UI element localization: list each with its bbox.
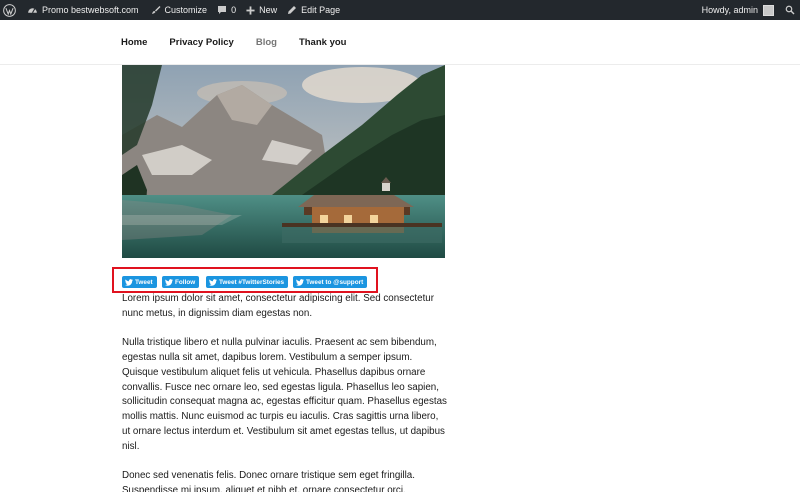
my-account-menu[interactable]: Howdy, admin — [697, 0, 779, 20]
wordpress-menu[interactable] — [0, 0, 22, 20]
tweet-mention-button-label: Tweet to @support — [306, 278, 364, 286]
follow-button[interactable]: Follow — [162, 276, 200, 288]
customize-label: Customize — [164, 5, 208, 15]
new-content-link[interactable]: New — [241, 0, 282, 20]
follow-button-label: Follow — [175, 278, 196, 286]
twitter-bird-icon — [209, 278, 217, 286]
tweet-button[interactable]: Tweet — [122, 276, 157, 288]
nav-item-privacy-policy[interactable]: Privacy Policy — [169, 37, 233, 48]
admin-search-button[interactable] — [779, 0, 800, 20]
edit-page-link[interactable]: Edit Page — [282, 0, 345, 20]
site-name-link[interactable]: Promo bestwebsoft.com — [22, 0, 144, 20]
content-paragraph: Donec sed venenatis felis. Donec ornare … — [122, 470, 415, 492]
comments-link[interactable]: 0 — [212, 0, 241, 20]
tweet-buttons-highlight: Tweet Follow Tweet #TwitterStories Tweet… — [112, 267, 378, 293]
admin-bar: Promo bestwebsoft.com Customize 0 New Ed… — [0, 0, 800, 20]
new-label: New — [259, 5, 278, 15]
tweet-mention-button[interactable]: Tweet to @support — [293, 276, 368, 288]
search-icon — [785, 5, 795, 15]
featured-image — [122, 65, 445, 258]
content-paragraph: Nulla tristique libero et nulla pulvinar… — [122, 337, 447, 452]
plus-icon — [246, 5, 255, 15]
site-navigation: Home Privacy Policy Blog Thank you — [0, 20, 800, 65]
edit-page-label: Edit Page — [301, 5, 341, 15]
site-name-label: Promo bestwebsoft.com — [42, 5, 139, 15]
nav-item-blog[interactable]: Blog — [256, 37, 277, 48]
twitter-bird-icon — [125, 278, 133, 286]
twitter-bird-icon — [296, 278, 304, 286]
dashboard-gauge-icon — [28, 7, 37, 13]
mountain-lake-boathouse-photo — [122, 65, 445, 258]
pencil-icon — [288, 6, 297, 14]
avatar — [763, 4, 774, 16]
twitter-bird-icon — [165, 278, 173, 286]
paintbrush-icon — [151, 6, 161, 14]
post-content: Lorem ipsum dolor sit amet, consectetur … — [122, 292, 448, 492]
wordpress-logo-icon — [3, 3, 16, 17]
primary-menu: Home Privacy Policy Blog Thank you — [121, 37, 368, 48]
customize-link[interactable]: Customize — [146, 0, 213, 20]
comment-bubble-icon — [218, 6, 227, 14]
howdy-label: Howdy, admin — [701, 5, 758, 15]
comments-count: 0 — [231, 5, 237, 15]
tweet-button-label: Tweet — [135, 278, 153, 286]
nav-item-home[interactable]: Home — [121, 37, 147, 48]
content-paragraph: Lorem ipsum dolor sit amet, consectetur … — [122, 293, 435, 319]
tweet-hashtag-button[interactable]: Tweet #TwitterStories — [206, 276, 289, 288]
tweet-hashtag-button-label: Tweet #TwitterStories — [219, 278, 285, 286]
nav-item-thank-you[interactable]: Thank you — [299, 37, 347, 48]
